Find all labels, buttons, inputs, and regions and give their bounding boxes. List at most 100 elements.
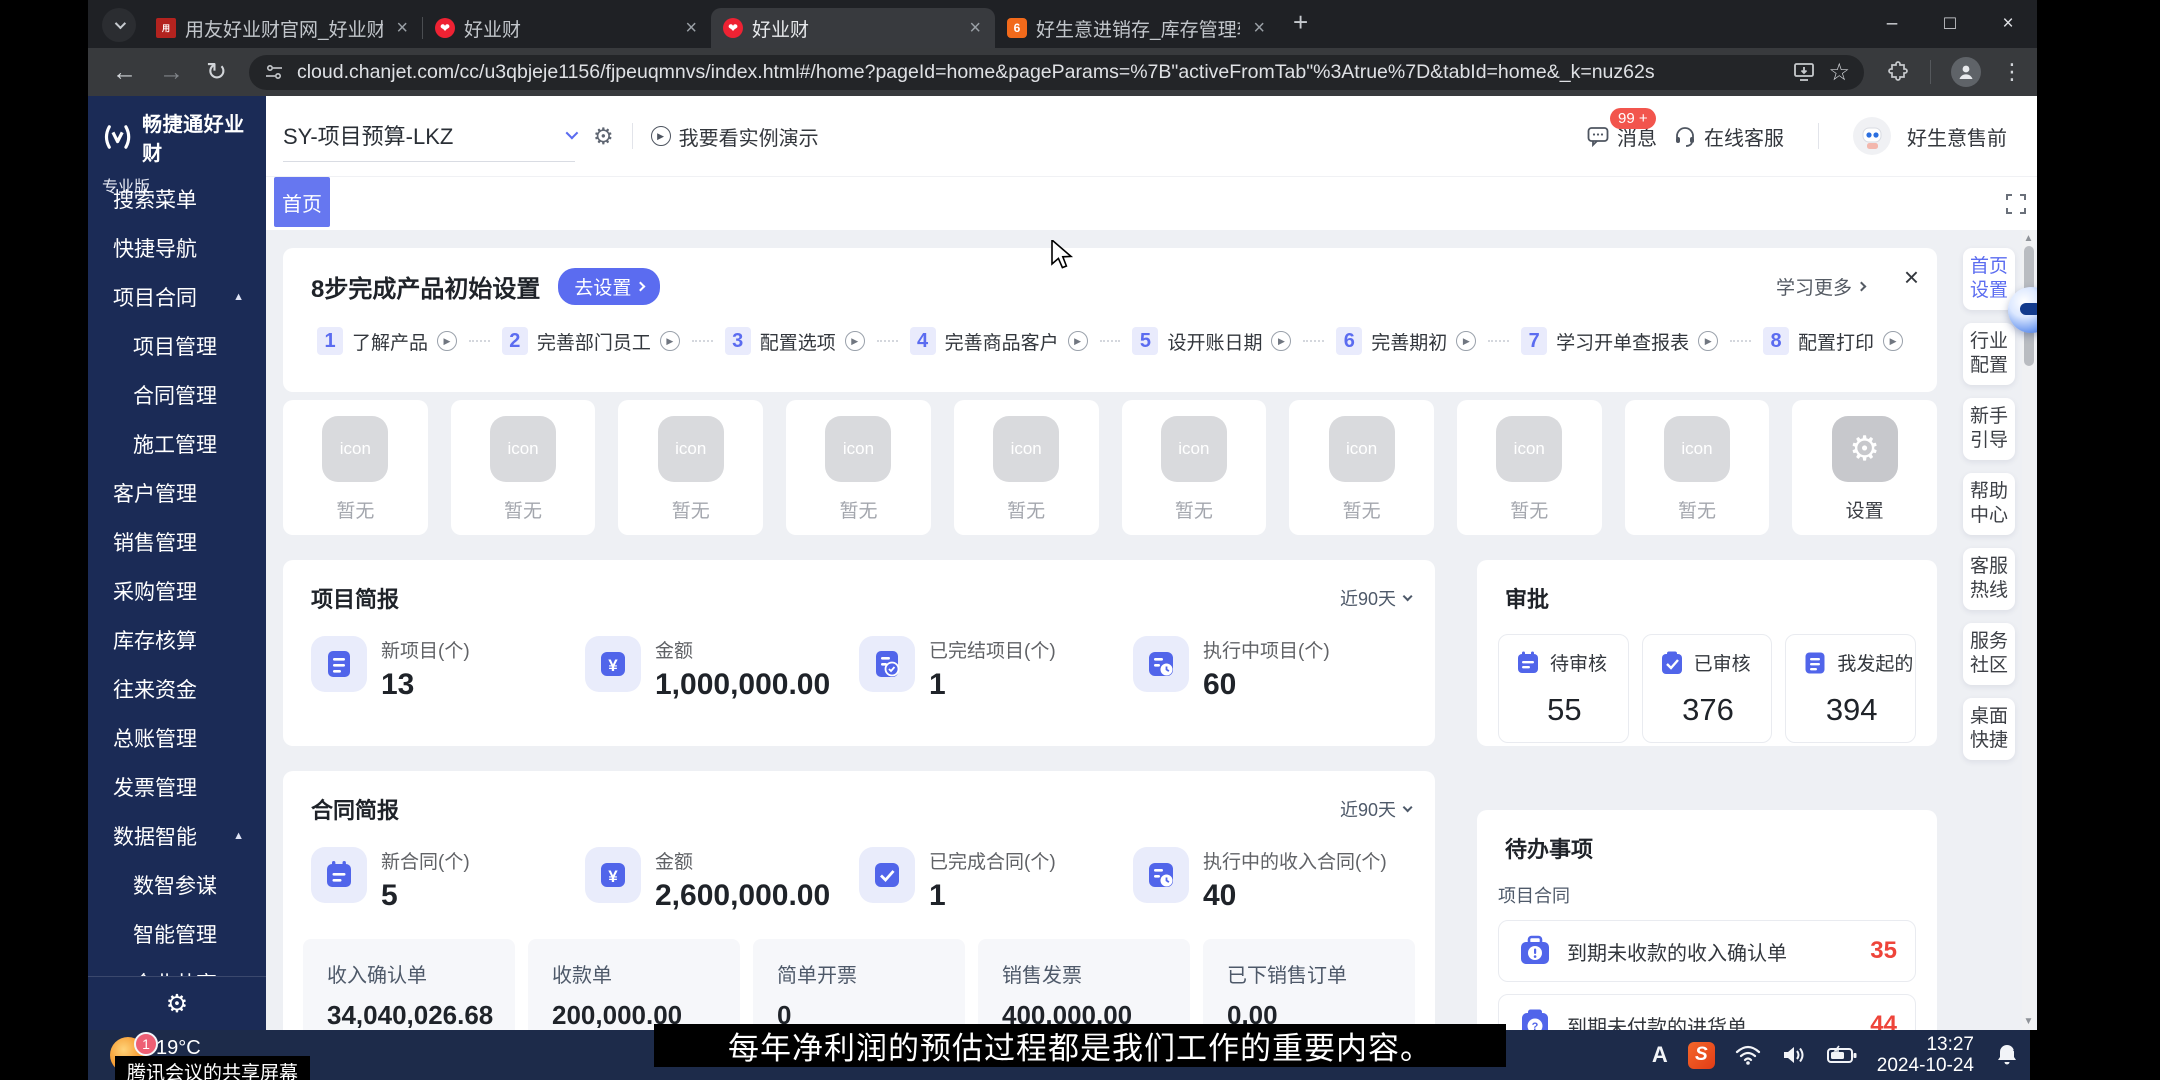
learn-more-link[interactable]: 学习更多 (1776, 273, 1867, 300)
tile-sales-orders[interactable]: 已下销售订单 0.00 (1203, 939, 1415, 1030)
browser-menu-kebab-icon[interactable]: ⋮ (2001, 59, 2023, 85)
sidebar-settings-gear-icon[interactable]: ⚙ (166, 989, 188, 1019)
approval-approved-card[interactable]: 已审核 376 (1641, 634, 1773, 743)
messages-button[interactable]: 消息 99 + (1586, 107, 1657, 151)
user-name: 好生意售前 (1907, 127, 2007, 150)
taskbar-clock[interactable]: 13:27 2024-10-24 (1877, 1034, 1974, 1076)
shortcut-card[interactable]: icon 暂无 (1121, 400, 1267, 535)
online-support-button[interactable]: 在线客服 (1673, 122, 1784, 151)
rail-service-hotline[interactable]: 客服 热线 (1963, 548, 2015, 610)
tab-close-icon[interactable]: × (965, 17, 985, 40)
rail-industry-config[interactable]: 行业 配置 (1963, 323, 2015, 385)
sidebar-item-sales-mgmt[interactable]: 销售管理 (88, 517, 266, 566)
account-selector[interactable]: SY-项目预算-LKZ (283, 119, 579, 162)
banner-close-icon[interactable]: × (1904, 262, 1919, 293)
rail-desktop-shortcut[interactable]: 桌面 快捷 (1963, 698, 2015, 760)
browser-profile-avatar[interactable] (1951, 57, 1981, 87)
rail-novice-guide[interactable]: 新手 引导 (1963, 398, 2015, 460)
sogou-input-icon[interactable]: S (1687, 1041, 1715, 1069)
sidebar-item-inventory[interactable]: 库存核算 (88, 615, 266, 664)
tile-income-confirm[interactable]: 收入确认单 34,040,026.68 (303, 939, 515, 1030)
sidebar-item-smart-mgmt[interactable]: 智能管理 (88, 909, 266, 958)
sidebar-item-contract-mgmt[interactable]: 合同管理 (88, 370, 266, 419)
shortcut-card[interactable]: icon 暂无 (1624, 400, 1770, 535)
sidebar-item-project-contract[interactable]: 项目合同 ▲ (88, 272, 266, 321)
sidebar-item-funds[interactable]: 往来资金 (88, 664, 266, 713)
volume-icon[interactable] (1781, 1044, 1807, 1066)
todo-item-unpaid-purchase[interactable]: ? 到期未付款的进货单 44 (1498, 994, 1916, 1030)
sidebar-item-ledger[interactable]: 总账管理 (88, 713, 266, 762)
tile-receipt[interactable]: 收款单 200,000.00 (528, 939, 740, 1030)
sidebar-item-search-menu[interactable]: 搜索菜单 (88, 174, 266, 223)
setup-step[interactable]: 4 完善商品客户 ▶ (909, 327, 1088, 355)
go-setup-button[interactable]: 去设置 (558, 268, 661, 305)
browser-tab-1[interactable]: 用 用友好业财官网_好业财报价_ap × (144, 8, 422, 48)
sidebar-item-purchase-mgmt[interactable]: 采购管理 (88, 566, 266, 615)
tab-close-icon[interactable]: × (1249, 17, 1269, 40)
shortcut-card[interactable]: icon 暂无 (953, 400, 1099, 535)
setup-step[interactable]: 3 配置选项 ▶ (724, 327, 865, 355)
reload-icon[interactable]: ↻ (206, 57, 227, 87)
forward-icon[interactable]: → (159, 58, 184, 87)
setup-step[interactable]: 8 配置打印 ▶ (1763, 327, 1904, 355)
shortcut-card[interactable]: icon 暂无 (618, 400, 764, 535)
sidebar-item-project-mgmt[interactable]: 项目管理 (88, 321, 266, 370)
browser-tab-2[interactable]: ❤ 好业财 × (423, 8, 711, 48)
browser-tab-4[interactable]: 6 好生意进销存_库存管理软件系统 × (995, 8, 1279, 48)
tab-search-button[interactable] (102, 8, 136, 42)
sidebar-item-invoice[interactable]: 发票管理 (88, 762, 266, 811)
setup-step[interactable]: 7 学习开单查报表 ▶ (1521, 327, 1719, 355)
shortcut-card[interactable]: icon 暂无 (450, 400, 596, 535)
shortcut-card[interactable]: icon 暂无 (1289, 400, 1434, 535)
user-avatar[interactable] (1853, 117, 1891, 155)
tab-close-icon[interactable]: × (392, 17, 412, 40)
window-close-button[interactable]: × (1979, 13, 2037, 35)
shortcut-card[interactable]: icon 暂无 (283, 400, 428, 535)
shortcut-card[interactable]: icon 暂无 (1456, 400, 1602, 535)
shortcut-settings-card[interactable]: ⚙ 设置 (1792, 400, 1938, 535)
demo-link[interactable]: ▶ 我要看实例演示 (650, 122, 819, 151)
bookmark-star-icon[interactable]: ☆ (1828, 58, 1850, 87)
tab-home[interactable]: 首页 (274, 177, 330, 227)
setup-step[interactable]: 5 设开账日期 ▶ (1132, 327, 1292, 355)
minimize-button[interactable]: – (1863, 13, 1921, 35)
rail-help-center[interactable]: 帮助 中心 (1963, 473, 2015, 535)
setup-step[interactable]: 2 完善部门员工 ▶ (501, 327, 680, 355)
tile-simple-invoice[interactable]: 简单开票 0 (753, 939, 965, 1030)
sidebar-item-data-intelligence[interactable]: 数据智能 ▲ (88, 811, 266, 860)
tab-close-icon[interactable]: × (681, 17, 701, 40)
date-range-select[interactable]: 近90天 (1340, 585, 1413, 611)
todo-item-unpaid-income[interactable]: 到期未收款的收入确认单 35 (1498, 920, 1916, 982)
back-icon[interactable]: ← (112, 58, 137, 87)
shortcut-card[interactable]: icon 暂无 (786, 400, 931, 535)
setup-step[interactable]: 6 完善期初 ▶ (1336, 327, 1477, 355)
browser-tab-3-active[interactable]: ❤ 好业财 × (711, 8, 995, 48)
sidebar-item-quick-nav[interactable]: 快捷导航 (88, 223, 266, 272)
rail-service-community[interactable]: 服务 社区 (1963, 623, 2015, 685)
sidebar-item-construction-mgmt[interactable]: 施工管理 (88, 419, 266, 468)
extensions-icon[interactable] (1886, 60, 1910, 84)
sidebar-item-smart-advisor[interactable]: 数智参谋 (88, 860, 266, 909)
site-info-icon[interactable] (263, 61, 285, 83)
battery-icon[interactable] (1826, 1045, 1857, 1065)
stat-amount: ¥ 金额 1,000,000.00 (585, 636, 859, 702)
fullscreen-icon[interactable] (2005, 193, 2027, 215)
header-gear-icon[interactable]: ⚙ (593, 123, 614, 150)
maximize-button[interactable]: □ (1921, 13, 1979, 35)
date-range-select[interactable]: 近90天 (1340, 796, 1413, 822)
url-text[interactable]: cloud.chanjet.com/cc/u3qbjeje1156/fjpeuq… (297, 61, 1655, 84)
new-tab-button[interactable]: + (1293, 7, 1308, 38)
install-app-icon[interactable] (1792, 60, 1816, 84)
rail-home-settings[interactable]: 首页 设置 (1963, 248, 2015, 310)
url-bar[interactable]: cloud.chanjet.com/cc/u3qbjeje1156/fjpeuq… (248, 54, 1864, 90)
approval-pending-card[interactable]: 待审核 55 (1498, 634, 1629, 743)
scroll-down-icon[interactable]: ▼ (2022, 1016, 2035, 1027)
setup-step[interactable]: 1 了解产品 ▶ (317, 327, 458, 355)
approval-initiated-card[interactable]: 我发起的 394 (1785, 634, 1917, 743)
scroll-up-icon[interactable]: ▲ (2022, 233, 2035, 244)
sidebar-item-customer-mgmt[interactable]: 客户管理 (88, 468, 266, 517)
wifi-icon[interactable] (1735, 1044, 1761, 1066)
ime-indicator[interactable]: A (1652, 1042, 1668, 1068)
notification-bell-icon[interactable]: z (1994, 1042, 2020, 1068)
tile-sales-invoice[interactable]: 销售发票 400,000.00 (978, 939, 1190, 1030)
